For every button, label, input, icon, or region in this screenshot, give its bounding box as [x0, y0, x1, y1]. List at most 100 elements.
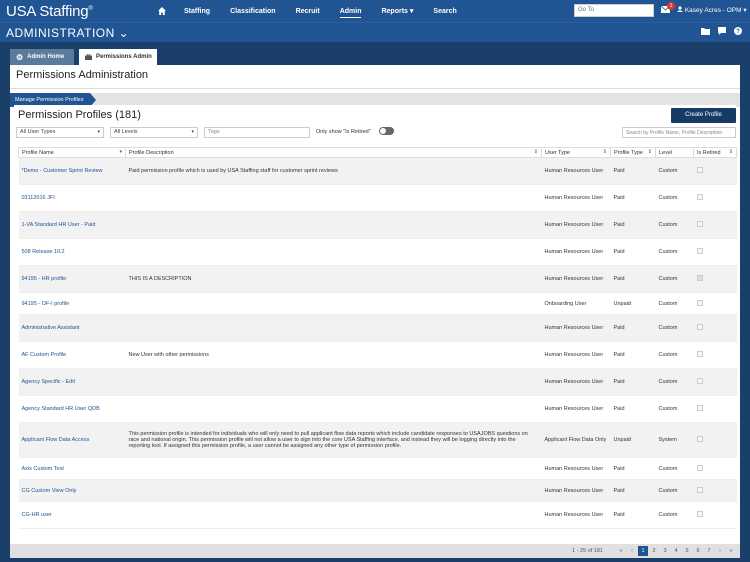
profile-level: Custom: [655, 238, 694, 266]
profile-search-input[interactable]: Search by Profile Name, Profile Descript…: [622, 127, 736, 138]
profile-user-type: Human Resources User: [541, 341, 611, 369]
is-retired-checkbox: [696, 464, 703, 471]
last-page-button[interactable]: »: [726, 546, 736, 556]
column-label: Is Retired: [697, 149, 721, 156]
table-row[interactable]: Agency Standard HR User QDB Human Resourc…: [18, 395, 737, 423]
folder-icon[interactable]: [701, 27, 710, 35]
chevron-down-icon: ▾: [409, 8, 414, 15]
profile-level: Custom: [655, 341, 694, 369]
profile-user-type: Human Resources User: [541, 501, 611, 529]
tab-admin-home[interactable]: ⚙ Admin Home: [10, 49, 74, 65]
profile-name-link[interactable]: 94195 - OF-I profile: [18, 292, 126, 315]
app-logo[interactable]: USA Staffing®: [6, 3, 93, 20]
next-page-button[interactable]: ›: [715, 546, 725, 556]
profile-name-link[interactable]: 94195 - HR profile: [18, 265, 126, 293]
user-menu[interactable]: Kasey Acres - OPM ▾: [677, 6, 747, 14]
table-row[interactable]: 94195 - HR profile THIS IS A DESCRIPTION H…: [18, 265, 737, 293]
retired-toggle[interactable]: [379, 127, 394, 135]
tags-input[interactable]: Tags: [204, 127, 310, 138]
help-icon[interactable]: ?: [734, 27, 742, 35]
profile-description: [125, 314, 542, 342]
profile-name-link[interactable]: AF Custom Profile: [18, 341, 126, 369]
sort-icon: ⇕: [602, 149, 607, 155]
is-retired-cell: [693, 457, 737, 480]
column-header-profile-name[interactable]: Profile Name ▾: [18, 147, 126, 158]
sort-icon: ⇕: [533, 149, 538, 155]
page-number-button[interactable]: 3: [660, 546, 670, 556]
goto-input[interactable]: Go To: [574, 4, 654, 17]
table-row[interactable]: Applicant Flow Data Access This permissio…: [18, 422, 737, 458]
profile-name-link[interactable]: Applicant Flow Data Access: [18, 422, 126, 458]
profile-level: Custom: [655, 265, 694, 293]
column-header-level[interactable]: Level: [655, 147, 694, 158]
sort-icon: ⇕: [728, 149, 733, 155]
profile-description: Paid permission profile which is used by…: [125, 157, 542, 185]
user-type-select[interactable]: All User Types ▾: [16, 127, 104, 138]
is-retired-cell: [693, 211, 737, 239]
page-number-button[interactable]: 5: [682, 546, 692, 556]
profiles-heading: Permission Profiles (181): [18, 109, 141, 121]
profile-name-link[interactable]: Agency Specific - Edit: [18, 368, 126, 396]
table-row[interactable]: 508 Release 10.2 Human Resources User Paid…: [18, 238, 737, 266]
table-row[interactable]: CG-HR user Human Resources User Paid Custom: [18, 501, 737, 529]
page-number-button[interactable]: 6: [693, 546, 703, 556]
profile-name-link[interactable]: 1-VA Standard HR User - Paid: [18, 211, 126, 239]
profile-type: Paid: [610, 265, 656, 293]
profile-type: Paid: [610, 368, 656, 396]
table-row[interactable]: Agency Specific - Edit Human Resources Us…: [18, 368, 737, 396]
table-row[interactable]: 1-VA Standard HR User - Paid Human Resour…: [18, 211, 737, 239]
profile-description: New User with other permissions: [125, 341, 542, 369]
page-number-button[interactable]: 1: [638, 546, 648, 556]
prev-page-button[interactable]: ‹: [627, 546, 637, 556]
column-header-description[interactable]: Profile Description ⇕: [125, 147, 542, 158]
tab-permissions-admin[interactable]: Permissions Admin: [79, 49, 157, 65]
page-number-button[interactable]: 2: [649, 546, 659, 556]
tab-label: Admin Home: [27, 54, 65, 60]
table-row[interactable]: AF Custom Profile New User with other per…: [18, 341, 737, 369]
table-header-row: Profile Name ▾ Profile Description ⇕ User …: [18, 147, 737, 158]
nav-classification[interactable]: Classification: [230, 0, 276, 22]
profile-name-link[interactable]: Agency Standard HR User QDB: [18, 395, 126, 423]
profile-name-link[interactable]: 508 Release 10.2: [18, 238, 126, 266]
profile-name-link[interactable]: CG Custom View Only: [18, 479, 126, 502]
nav-search[interactable]: Search: [433, 0, 456, 22]
create-profile-button[interactable]: Create Profile: [671, 108, 736, 123]
table-row[interactable]: 94195 - OF-I profile Onboarding User Unpai…: [18, 292, 737, 315]
nav-staffing[interactable]: Staffing: [184, 0, 210, 22]
table-row[interactable]: *Demo - Customer Sprint Review Paid permi…: [18, 157, 737, 185]
page-number-button[interactable]: 4: [671, 546, 681, 556]
profile-level: Custom: [655, 292, 694, 315]
profile-name-link[interactable]: CG-HR user: [18, 501, 126, 529]
first-page-button[interactable]: «: [616, 546, 626, 556]
chat-icon[interactable]: [718, 27, 726, 35]
column-header-user-type[interactable]: User Type ⇕: [541, 147, 611, 158]
profile-description: [125, 238, 542, 266]
table-row[interactable]: Administrative Assistant Human Resources …: [18, 314, 737, 342]
profile-type: Unpaid: [610, 422, 656, 458]
table-row[interactable]: 03112016 JFI Human Resources User Paid Cust…: [18, 184, 737, 212]
home-icon[interactable]: [158, 7, 166, 15]
table-row[interactable]: CG Custom View Only Human Resources User P…: [18, 479, 737, 502]
profile-name-link[interactable]: *Demo - Customer Sprint Review: [18, 157, 126, 185]
briefcase-icon: [85, 53, 92, 62]
column-header-is-retired[interactable]: Is Retired ⇕: [693, 147, 737, 158]
nav-recruit[interactable]: Recruit: [296, 0, 320, 22]
level-select[interactable]: All Levels ▾: [110, 127, 198, 138]
profile-user-type: Human Resources User: [541, 479, 611, 502]
profile-name-link[interactable]: 03112016 JFI: [18, 184, 126, 212]
top-navigation-bar: USA Staffing® Staffing Classification Re…: [0, 0, 750, 22]
page-number-button[interactable]: 7: [704, 546, 714, 556]
profile-name-link[interactable]: Administrative Assistant: [18, 314, 126, 342]
profile-type: Paid: [610, 238, 656, 266]
profile-name-link[interactable]: Axis Custom Test: [18, 457, 126, 480]
nav-reports[interactable]: Reports ▾: [381, 0, 413, 22]
profile-user-type: Human Resources User: [541, 211, 611, 239]
profile-description: [125, 211, 542, 239]
is-retired-checkbox: [696, 299, 703, 306]
column-header-profile-type[interactable]: Profile Type ⇕: [610, 147, 656, 158]
admin-title[interactable]: ADMINISTRATION ⌄: [6, 26, 129, 40]
nav-admin[interactable]: Admin: [339, 0, 361, 22]
profile-type: Paid: [610, 501, 656, 529]
table-row[interactable]: Axis Custom Test Human Resources User Paid…: [18, 457, 737, 480]
profile-level: Custom: [655, 157, 694, 185]
